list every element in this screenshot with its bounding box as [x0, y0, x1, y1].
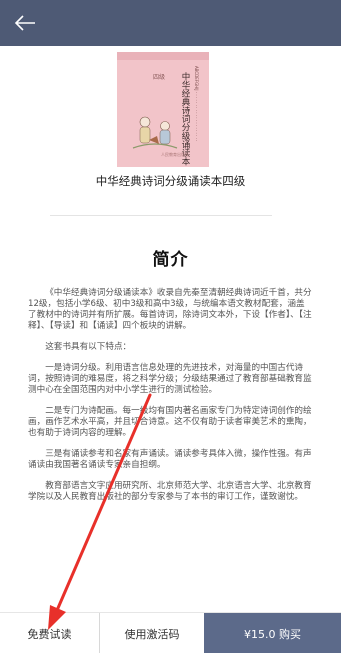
free-trial-button[interactable]: 免费试读 — [0, 613, 100, 653]
divider — [50, 215, 272, 216]
intro-paragraph: 《中华经典诗词分级诵读本》收录自先秦至清朝经典诗词近千首，共分12级，包括小学6… — [28, 288, 312, 331]
cover-illustration — [132, 116, 178, 149]
book-title: 中华经典诗词分级诵读本四级 — [95, 174, 246, 188]
intro-text: 《中华经典诗词分级诵读本》收录自先秦至清朝经典诗词近千首，共分12级，包括小学6… — [28, 288, 312, 513]
bottom-action-bar: 免费试读 使用激活码 ¥15.0 购买 — [0, 612, 341, 653]
back-button[interactable] — [8, 7, 42, 39]
intro-paragraph: 这套书具有以下特点： — [45, 342, 132, 352]
top-bar — [0, 0, 341, 46]
intro-paragraph: 二是专门为诗配画。每一级均有国内著名画家专门为特定诗词创作的绘画，画作艺术水平高… — [28, 406, 312, 438]
intro-heading: 简介 — [152, 250, 189, 270]
activation-code-button[interactable]: 使用激活码 — [100, 613, 204, 653]
intro-paragraph: 三是有诵读参考和名家有声诵读。诵读参考具体入微，操作性强。有声诵读由我国著名诵读… — [28, 449, 312, 470]
intro-paragraph: 一是诗词分级。利用语言信息处理的先进技术，对海量的中国古代诗词，按照诗词的难易度… — [28, 363, 312, 395]
intro-paragraph: 教育部语言文字应用研究所、北京师范大学、北京语言大学、北京教育学院以及人民教育出… — [28, 481, 312, 502]
book-cover-image: ABCDEFGHIJ · · · · · · · · · · · · · · ·… — [117, 52, 209, 167]
cover-grade-badge: 四级 — [153, 74, 166, 81]
back-arrow-icon — [14, 15, 35, 31]
buy-button[interactable]: ¥15.0 购买 — [204, 613, 341, 653]
